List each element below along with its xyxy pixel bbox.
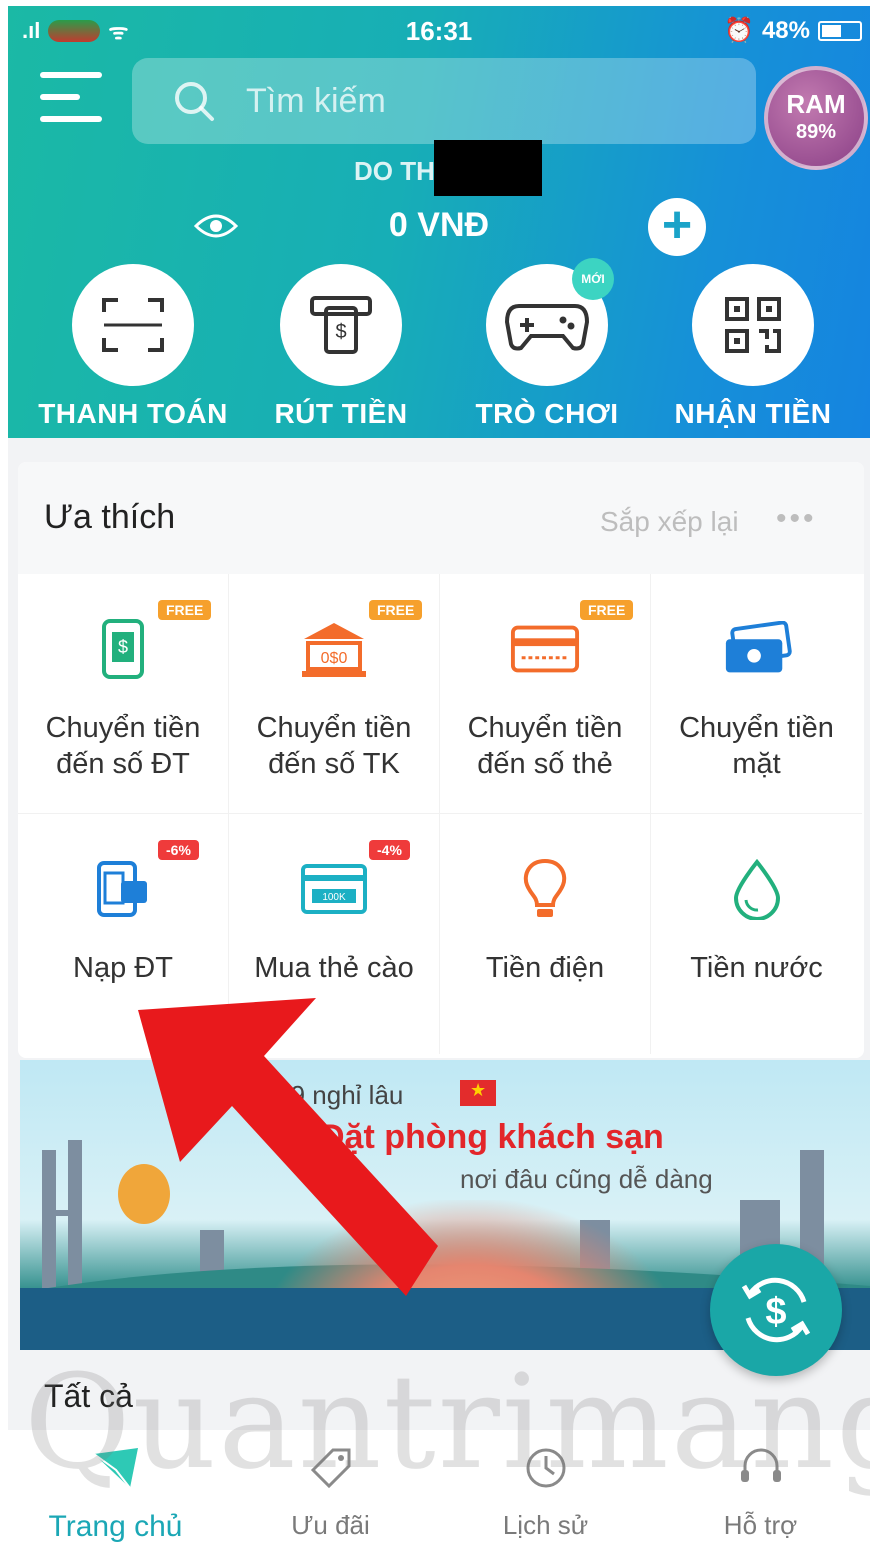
alarm-icon: ⏰ bbox=[724, 17, 754, 44]
more-options-icon[interactable]: ••• bbox=[776, 502, 817, 536]
svg-text:0$0: 0$0 bbox=[321, 650, 348, 667]
currency-exchange-button[interactable]: $ bbox=[710, 1244, 842, 1376]
tile-transfer-account[interactable]: FREE 0$0 Chuyển tiền đến số TK bbox=[229, 574, 440, 814]
home-icon bbox=[88, 1440, 144, 1496]
tile-label: Chuyển tiền mặt bbox=[679, 712, 834, 780]
free-badge: FREE bbox=[158, 600, 212, 620]
favorites-card: Ưa thích Sắp xếp lại ••• FREE $ Chuyển t… bbox=[18, 462, 864, 1058]
hamburger-menu-icon[interactable] bbox=[40, 72, 102, 126]
support-icon bbox=[733, 1440, 789, 1496]
tile-transfer-phone[interactable]: FREE $ Chuyển tiền đến số ĐT bbox=[18, 574, 229, 814]
nav-label: Trang chủ bbox=[48, 1510, 183, 1543]
nav-support[interactable]: Hỗ trợ bbox=[653, 1430, 868, 1547]
favorites-header: Ưa thích Sắp xếp lại ••• bbox=[18, 462, 864, 574]
action-thanh-toan[interactable]: THANH TOÁN bbox=[30, 264, 236, 430]
svg-text:$: $ bbox=[335, 321, 346, 343]
nav-home[interactable]: Trang chủ bbox=[8, 1430, 223, 1547]
battery-percent: 48% bbox=[761, 16, 810, 44]
ram-label: RAM bbox=[786, 89, 846, 119]
tile-electricity[interactable]: Tiền điện bbox=[440, 814, 651, 1054]
tile-label: Chuyển tiền đến số ĐT bbox=[45, 712, 201, 780]
bulb-icon bbox=[510, 854, 580, 924]
svg-text:$: $ bbox=[118, 637, 128, 657]
tile-phone-topup[interactable]: -6% Nạp ĐT bbox=[18, 814, 229, 1054]
discount-badge: -6% bbox=[158, 840, 199, 860]
reorder-link[interactable]: Sắp xếp lại bbox=[600, 506, 739, 538]
tile-transfer-card[interactable]: FREE Chuyển tiền đến số thẻ bbox=[440, 574, 651, 814]
history-clock-icon bbox=[518, 1440, 574, 1496]
cash-icon bbox=[722, 614, 792, 684]
card-icon bbox=[510, 614, 580, 684]
scan-icon bbox=[72, 264, 194, 386]
ram-value: 89% bbox=[795, 121, 837, 143]
bottom-navigation: Trang chủ Ưu đãi Lịch sử Hỗ trợ bbox=[8, 1430, 870, 1547]
atm-withdraw-icon: $ bbox=[280, 264, 402, 386]
action-label: TRÒ CHƠI bbox=[475, 398, 619, 429]
nav-history[interactable]: Lịch sử bbox=[438, 1430, 653, 1547]
dollar-refresh-icon: $ bbox=[741, 1277, 811, 1343]
add-money-button[interactable]: + bbox=[648, 198, 706, 256]
tile-scratch-card[interactable]: -4% 100K Mua thẻ cào bbox=[229, 814, 440, 1054]
tile-label: Nạp ĐT bbox=[73, 952, 173, 984]
qr-code-icon bbox=[692, 264, 814, 386]
promo-tag-icon bbox=[303, 1440, 359, 1496]
wallet-header: .ıl ᯤ 16:31 ⏰ 48% RAM 89% DO TH bbox=[8, 6, 870, 438]
tile-label: Tiền điện bbox=[485, 952, 605, 984]
quick-actions: THANH TOÁN $ RÚT TIỀN MỚI TRÒ CHƠI NHẬN … bbox=[8, 258, 870, 436]
ram-booster-button[interactable]: RAM 89% bbox=[764, 66, 868, 170]
bank-icon: 0$0 bbox=[299, 614, 369, 684]
water-drop-icon bbox=[722, 854, 792, 924]
search-icon bbox=[175, 82, 214, 121]
balance-amount: 0 VNĐ bbox=[388, 206, 490, 244]
tile-water[interactable]: Tiền nước bbox=[651, 814, 862, 1054]
action-label: RÚT TIỀN bbox=[274, 398, 408, 429]
battery-icon bbox=[818, 20, 862, 41]
redaction-block bbox=[434, 140, 542, 196]
section-all-title: Tất cả bbox=[44, 1378, 133, 1414]
new-badge: MỚI bbox=[572, 258, 614, 300]
gamepad-icon: MỚI bbox=[486, 258, 614, 386]
favorites-title: Ưa thích bbox=[44, 498, 176, 536]
tile-label: Mua thẻ cào bbox=[254, 952, 414, 984]
battery-group: ⏰ 48% bbox=[724, 16, 862, 45]
search-bar[interactable] bbox=[132, 58, 756, 144]
action-label: THANH TOÁN bbox=[38, 398, 228, 429]
action-rut-tien[interactable]: $ RÚT TIỀN bbox=[238, 264, 444, 430]
scratch-card-icon: 100K bbox=[299, 854, 369, 924]
nav-label: Ưu đãi bbox=[291, 1510, 370, 1540]
free-badge: FREE bbox=[580, 600, 634, 620]
user-name: DO TH bbox=[354, 156, 435, 186]
nav-promotions[interactable]: Ưu đãi bbox=[223, 1430, 438, 1547]
status-bar: .ıl ᯤ 16:31 ⏰ 48% bbox=[8, 6, 870, 52]
nav-label: Hỗ trợ bbox=[723, 1510, 798, 1540]
svg-text:100K: 100K bbox=[322, 892, 346, 903]
svg-text:$: $ bbox=[765, 1291, 786, 1333]
tile-transfer-cash[interactable]: Chuyển tiền mặt bbox=[651, 574, 862, 814]
nav-label: Lịch sử bbox=[502, 1510, 589, 1540]
tile-label: Tiền nước bbox=[690, 952, 823, 984]
action-label: NHẬN TIỀN bbox=[674, 398, 832, 429]
phone-transfer-icon: $ bbox=[88, 614, 158, 684]
action-tro-choi[interactable]: MỚI TRÒ CHƠI bbox=[444, 258, 650, 430]
free-badge: FREE bbox=[369, 600, 423, 620]
action-nhan-tien[interactable]: NHẬN TIỀN bbox=[650, 264, 856, 430]
tile-label: Chuyển tiền đến số TK bbox=[256, 712, 412, 780]
search-input[interactable] bbox=[246, 81, 686, 121]
discount-badge: -4% bbox=[369, 840, 410, 860]
tile-label: Chuyển tiền đến số thẻ bbox=[467, 712, 623, 780]
app-screen: .ıl ᯤ 16:31 ⏰ 48% RAM 89% DO TH bbox=[8, 6, 870, 1547]
phone-topup-icon bbox=[88, 854, 158, 924]
